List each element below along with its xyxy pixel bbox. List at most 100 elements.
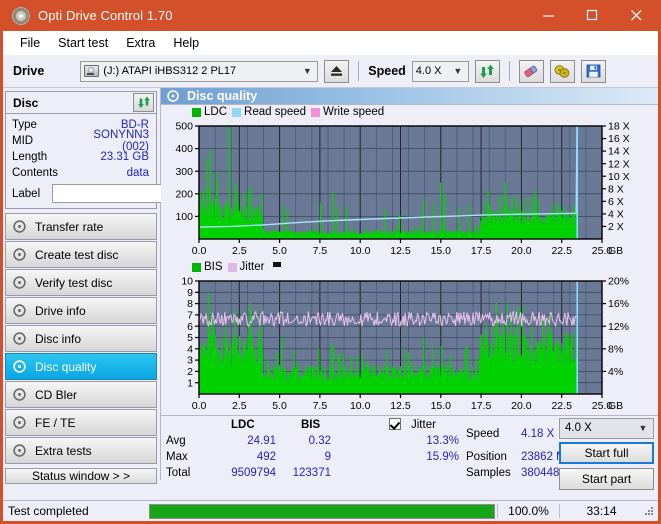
svg-text:3: 3 bbox=[187, 354, 193, 366]
svg-text:7.5: 7.5 bbox=[313, 400, 328, 412]
ldc-chart-svg: 1002003004005002 X4 X6 X8 X10 X12 X14 X1… bbox=[175, 120, 630, 257]
start-full-button[interactable]: Start full bbox=[559, 441, 654, 464]
speed-select[interactable]: 4.0 X ▼ bbox=[411, 60, 469, 82]
svg-text:6: 6 bbox=[187, 320, 193, 332]
panel-title: Disc quality bbox=[187, 88, 258, 103]
stats-bis-avg: 0.32 bbox=[308, 434, 331, 447]
sidebar-item-drive-info[interactable]: Drive info bbox=[5, 297, 157, 324]
disc-icon bbox=[13, 220, 32, 233]
cymbals-button[interactable] bbox=[549, 59, 575, 83]
legend-swatch-jitter bbox=[227, 262, 237, 272]
svg-text:6 X: 6 X bbox=[608, 196, 624, 208]
svg-text:16 X: 16 X bbox=[608, 133, 630, 145]
svg-text:9: 9 bbox=[187, 287, 193, 299]
stats-jitter-avg: 13.3% bbox=[426, 434, 459, 447]
legend-swatch-bis bbox=[192, 262, 201, 272]
sidebar-item-cd-bler[interactable]: CD Bler bbox=[5, 381, 157, 408]
start-part-button[interactable]: Start part bbox=[559, 467, 654, 490]
svg-text:100: 100 bbox=[175, 211, 193, 223]
svg-text:10.0: 10.0 bbox=[350, 400, 371, 412]
bis-chart-container: BIS Jitter 1 2 3 4 5 6 7 8 9 10 4% 8% 12% 16% 20% 0.0 2.… bbox=[161, 260, 658, 415]
minimize-icon[interactable] bbox=[526, 0, 570, 31]
stats-position-label: Position bbox=[466, 450, 507, 463]
speed-label: Speed bbox=[368, 64, 406, 78]
toolbar-divider bbox=[358, 61, 360, 81]
chevron-down-icon: ▼ bbox=[302, 66, 312, 76]
sidebar-item-fe-te[interactable]: FE / TE bbox=[5, 409, 157, 436]
menu-help[interactable]: Help bbox=[164, 34, 208, 52]
stats-header-bis: BIS bbox=[301, 418, 321, 431]
sidebar-label: CD Bler bbox=[35, 387, 78, 402]
eject-button[interactable] bbox=[324, 59, 350, 83]
resize-grip-icon[interactable] bbox=[643, 505, 655, 517]
disc-icon bbox=[13, 332, 32, 345]
stats-jitter-max: 15.9% bbox=[426, 450, 459, 463]
disc-refresh-button[interactable] bbox=[133, 93, 154, 112]
progress-bar bbox=[149, 503, 495, 519]
jitter-label: Jitter bbox=[411, 418, 436, 431]
menu-extra[interactable]: Extra bbox=[117, 34, 164, 52]
svg-text:2.5: 2.5 bbox=[232, 400, 247, 412]
disc-icon bbox=[12, 6, 30, 25]
sidebar-label: Transfer rate bbox=[35, 219, 104, 234]
sidebar-item-disc-quality[interactable]: Disc quality bbox=[5, 353, 157, 380]
sidebar-item-verify-test-disc[interactable]: Verify test disc bbox=[5, 269, 157, 296]
ldc-chart-container: LDC Read speed Write speed 100 200 300 400 5… bbox=[161, 105, 658, 260]
sidebar-item-disc-info[interactable]: Disc info bbox=[5, 325, 157, 352]
svg-text:GB: GB bbox=[608, 400, 623, 412]
application-window: Opti Drive Control 1.70 File Start test … bbox=[0, 0, 661, 524]
svg-text:17.5: 17.5 bbox=[471, 400, 492, 412]
svg-text:10: 10 bbox=[181, 275, 193, 287]
svg-text:15.0: 15.0 bbox=[431, 400, 452, 412]
drive-select[interactable]: (J:) ATAPI iHBS312 2 PL17 ▼ bbox=[80, 60, 319, 82]
disc-label-row: Label bbox=[12, 183, 223, 204]
close-icon[interactable] bbox=[614, 0, 658, 31]
sidebar-label: Disc info bbox=[35, 331, 82, 346]
status-window-button[interactable]: Status window > > bbox=[5, 468, 157, 484]
sidebar-item-transfer-rate[interactable]: Transfer rate bbox=[5, 213, 157, 240]
left-panel: Disc Type BD-R MID SONYNN3 (002) Length … bbox=[3, 88, 223, 484]
svg-text:16%: 16% bbox=[608, 298, 629, 310]
menu-file[interactable]: File bbox=[11, 34, 49, 52]
disc-panel-header: Disc bbox=[6, 92, 156, 114]
svg-text:17.5: 17.5 bbox=[471, 245, 492, 257]
svg-text:2.5: 2.5 bbox=[232, 245, 247, 257]
disc-row-contents: Contents data bbox=[12, 165, 151, 181]
ldc-plot[interactable]: 100 200 300 400 500 2 X4 X6 X8 X 10 X 12 X 14 X1… bbox=[161, 120, 658, 260]
bis-plot[interactable]: 1 2 3 4 5 6 7 8 9 10 4% 8% 12% 16% 20% 0.0 2.5 5.0 7.5 10.0… bbox=[161, 275, 658, 415]
disc-properties: Type BD-R MID SONYNN3 (002) Length 23.31… bbox=[6, 114, 223, 208]
svg-text:GB: GB bbox=[608, 245, 623, 257]
disc-label-label: Label bbox=[12, 187, 41, 200]
svg-text:5: 5 bbox=[187, 332, 193, 344]
maximize-icon[interactable] bbox=[570, 0, 614, 31]
sidebar-item-extra-tests[interactable]: Extra tests bbox=[5, 437, 157, 464]
menu-start-test[interactable]: Start test bbox=[49, 34, 117, 52]
svg-text:18 X: 18 X bbox=[608, 120, 630, 132]
drive-select-value: (J:) ATAPI iHBS312 2 PL17 bbox=[103, 65, 237, 77]
eraser-button[interactable] bbox=[518, 59, 544, 83]
refresh-button[interactable] bbox=[474, 59, 500, 83]
svg-text:22.5: 22.5 bbox=[551, 400, 572, 412]
svg-text:2 X: 2 X bbox=[608, 221, 624, 233]
save-button[interactable] bbox=[580, 59, 606, 83]
status-text: Test completed bbox=[8, 504, 89, 518]
svg-text:20%: 20% bbox=[608, 275, 629, 287]
svg-text:400: 400 bbox=[175, 143, 193, 155]
jitter-checkbox[interactable] bbox=[389, 417, 401, 431]
window-title: Opti Drive Control 1.70 bbox=[38, 8, 173, 23]
legend-swatch-write-speed bbox=[311, 107, 321, 117]
chevron-down-icon: ▼ bbox=[453, 66, 463, 76]
disc-contents-value: data bbox=[126, 167, 149, 179]
legend-label-bis: BIS bbox=[204, 261, 223, 274]
sidebar-item-create-test-disc[interactable]: Create test disc bbox=[5, 241, 157, 268]
test-speed-select[interactable]: 4.0 X ▼ bbox=[559, 417, 654, 439]
window-controls bbox=[526, 0, 658, 31]
status-bar: Test completed 100.0% 33:14 bbox=[3, 500, 658, 521]
svg-text:4 X: 4 X bbox=[608, 208, 624, 220]
svg-text:200: 200 bbox=[175, 188, 193, 200]
stats-speed-label: Speed bbox=[466, 427, 500, 440]
stats-row-total-label: Total bbox=[166, 466, 191, 479]
legend-label-ldc: LDC bbox=[204, 106, 228, 119]
disc-icon bbox=[13, 248, 32, 261]
chevron-down-icon: ▼ bbox=[638, 423, 648, 434]
